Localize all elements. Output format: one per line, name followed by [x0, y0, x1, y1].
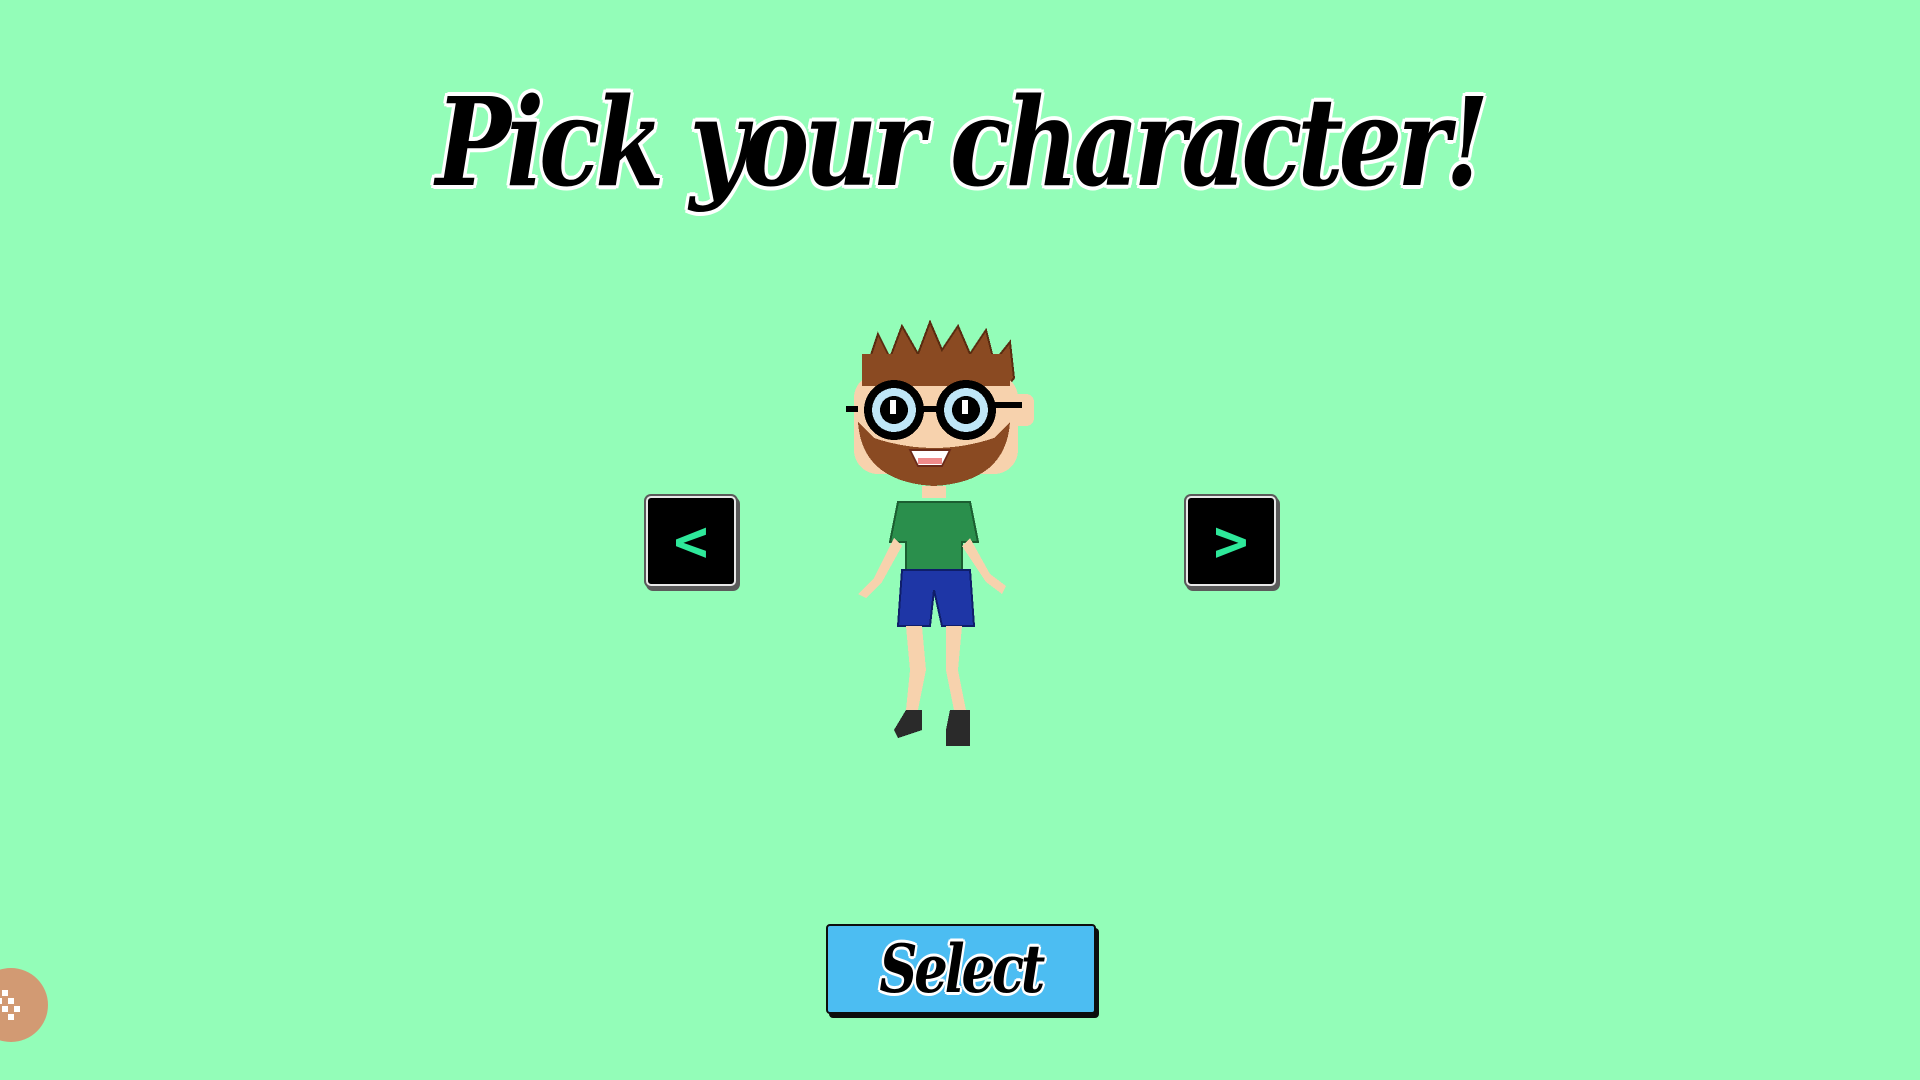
- screen-title: Pick your character!: [435, 70, 1489, 214]
- previous-character-button[interactable]: <: [646, 496, 736, 586]
- select-button-label: Select: [879, 930, 1046, 1008]
- chevron-left-icon: <: [673, 507, 709, 575]
- chevron-right-icon: >: [1213, 507, 1249, 575]
- next-character-button[interactable]: >: [1186, 496, 1276, 586]
- character-select-screen: Pick your character! < > Select: [0, 0, 1920, 1080]
- select-button[interactable]: Select: [826, 924, 1096, 1014]
- bearded-character-sprite-icon: [846, 319, 1034, 746]
- character-preview: [838, 318, 1078, 768]
- game-menu-icon: [0, 990, 20, 1020]
- game-menu-button[interactable]: [0, 968, 48, 1042]
